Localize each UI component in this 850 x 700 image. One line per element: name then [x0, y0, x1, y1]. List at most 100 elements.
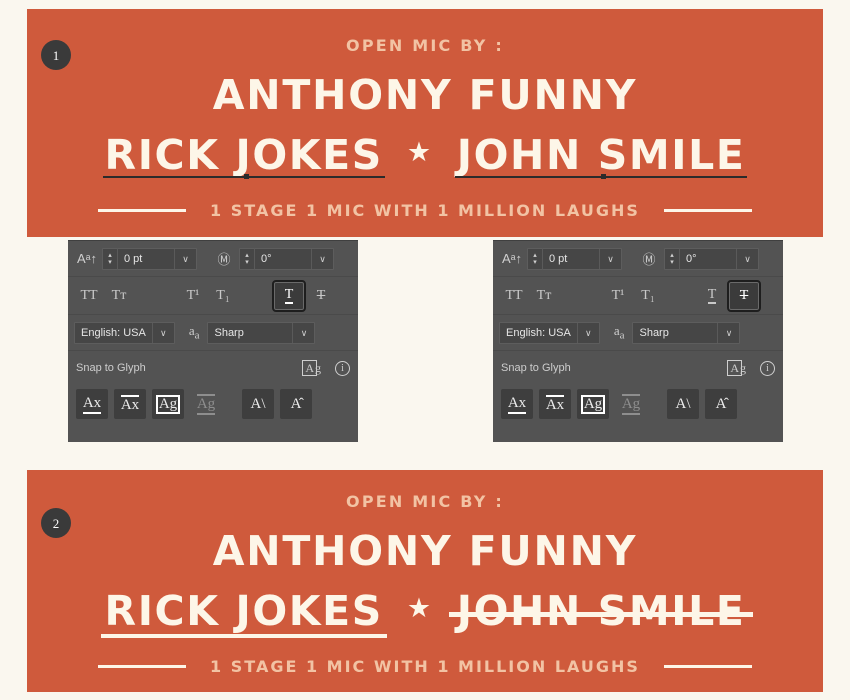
banner-1-headline: ANTHONY FUNNY — [212, 71, 638, 119]
language-field[interactable]: English: USA ∨ — [499, 321, 600, 344]
all-caps-button[interactable]: TT — [74, 283, 104, 309]
small-caps-button[interactable]: Tᴛ — [529, 283, 559, 309]
panel-left-row-baseline-rotation: Aᵃ↑ ▴ ▾ 0 pt ∨ Ⓜ ▴ ▾ 0° ∨ — [68, 241, 358, 277]
panel-left-style-buttons: TT Tᴛ T¹ T₁ T T — [68, 277, 358, 315]
snap-disabled-button: Ag — [190, 389, 222, 419]
baseline-shift-value: 0 pt — [549, 252, 568, 265]
baseline-shift-field[interactable]: ▴ ▾ 0 pt ∨ — [102, 247, 197, 270]
snap-italic-angle-button[interactable]: A \ — [667, 389, 699, 419]
glyph-preview-icon[interactable]: Ag — [727, 359, 746, 376]
anti-alias-icon: aa — [613, 323, 625, 342]
panel-right-glyph-buttons: Ax Ax Ag Ag A\ Â — [493, 385, 783, 419]
snap-baseline-button[interactable]: Ax — [501, 389, 533, 419]
baseline-shift-chevron-down-icon[interactable]: ∨ — [599, 248, 621, 269]
banner-2-names-row: RICK JOKES ★ JOHN SMILE — [27, 587, 823, 638]
character-rotation-icon: Ⓜ — [217, 252, 231, 267]
snap-italic-angle-button[interactable]: A \ — [242, 389, 274, 419]
rotation-field[interactable]: ▴ ▾ 0° ∨ — [239, 247, 334, 270]
baseline-shift-stepper[interactable]: ▴ ▾ — [528, 247, 543, 270]
antialias-value: Sharp — [214, 326, 244, 339]
character-panel-right: Aᵃ↑ ▴ ▾ 0 pt ∨ Ⓜ ▴ ▾ 0° ∨ TT Tᴛ T¹ T₁ T T … — [493, 240, 783, 442]
rule-left — [98, 665, 187, 668]
baseline-shift-icon: Aᵃ↑ — [501, 251, 522, 266]
panel-right-row-language: English: USA ∨ aa Sharp ∨ — [493, 315, 783, 351]
snap-baseline-button[interactable]: Ax — [76, 389, 108, 419]
underline-glyph: T — [284, 287, 294, 304]
banner-1-tagline: 1 STAGE 1 MIC WITH 1 MILLION LAUGHS — [210, 201, 640, 220]
small-caps-button[interactable]: Tᴛ — [104, 283, 134, 309]
snap-to-glyph-label: Snap to Glyph — [501, 362, 571, 374]
language-field[interactable]: English: USA ∨ — [74, 321, 175, 344]
strikethrough-button[interactable]: T — [727, 279, 761, 312]
rotation-chevron-down-icon[interactable]: ∨ — [311, 248, 333, 269]
banner-2-star-icon: ★ — [406, 592, 433, 624]
language-chevron-down-icon[interactable]: ∨ — [151, 322, 174, 343]
banner-1-name-left: RICK JOKES — [102, 131, 386, 179]
snap-em-box-button[interactable]: Ag — [577, 389, 609, 419]
snap-x-height-button[interactable]: Ax — [114, 389, 146, 419]
snap-x-height-button[interactable]: Ax — [539, 389, 571, 419]
baseline-shift-field[interactable]: ▴ ▾ 0 pt ∨ — [527, 247, 622, 270]
strikethrough-glyph: T — [316, 287, 326, 303]
rotation-stepper[interactable]: ▴ ▾ — [240, 247, 255, 270]
underline-anchor-dot — [243, 174, 249, 179]
banner-2-tagline-row: 1 STAGE 1 MIC WITH 1 MILLION LAUGHS — [27, 657, 823, 676]
banner-2-name-right: JOHN SMILE — [448, 587, 754, 635]
rotation-field[interactable]: ▴ ▾ 0° ∨ — [664, 247, 759, 270]
language-chevron-down-icon[interactable]: ∨ — [576, 322, 599, 343]
banner-2-headline: ANTHONY FUNNY — [212, 527, 638, 575]
banner-1-names-row: RICK JOKES ★ JOHN SMILE — [27, 131, 823, 179]
panel-right-style-buttons: TT Tᴛ T¹ T₁ T T — [493, 277, 783, 315]
strikethrough-button[interactable]: T — [306, 283, 336, 309]
rule-right — [663, 209, 752, 212]
banner-1-tagline-row: 1 STAGE 1 MIC WITH 1 MILLION LAUGHS — [27, 201, 823, 220]
baseline-shift-value: 0 pt — [124, 252, 143, 265]
rotation-chevron-down-icon[interactable]: ∨ — [736, 248, 758, 269]
baseline-shift-icon: Aᵃ↑ — [76, 251, 97, 266]
antialias-field[interactable]: Sharp ∨ — [207, 321, 316, 344]
snap-rotation-button[interactable]: Â — [705, 389, 737, 419]
panel-left-snap-row: Snap to Glyph Ag i — [68, 351, 358, 385]
superscript-button[interactable]: T¹ — [603, 283, 633, 309]
panel-right-snap-row: Snap to Glyph Ag i — [493, 351, 783, 385]
subscript-button[interactable]: T₁ — [633, 283, 663, 309]
banner-1-name-left-text: RICK JOKES — [104, 131, 383, 179]
baseline-shift-chevron-down-icon[interactable]: ∨ — [174, 248, 196, 269]
character-panel-left: Aᵃ↑ ▴ ▾ 0 pt ∨ Ⓜ ▴ ▾ 0° ∨ TT Tᴛ T¹ T₁ T T … — [68, 240, 358, 442]
snap-em-box-button[interactable]: Ag — [152, 389, 184, 419]
snap-disabled-button: Ag — [615, 389, 647, 419]
underline-anchor-dot — [601, 174, 607, 179]
underline-button[interactable]: T — [697, 283, 727, 309]
panel-left-row-language: English: USA ∨ aa Sharp ∨ — [68, 315, 358, 351]
rule-left — [98, 209, 187, 212]
rotation-value: 0° — [261, 252, 272, 265]
snap-rotation-button[interactable]: Â — [280, 389, 312, 419]
snap-to-glyph-label: Snap to Glyph — [76, 362, 146, 374]
info-icon[interactable]: i — [335, 360, 350, 376]
all-caps-button[interactable]: TT — [499, 283, 529, 309]
baseline-shift-stepper[interactable]: ▴ ▾ — [103, 247, 118, 270]
banner-1-kicker: OPEN MIC BY : — [346, 36, 504, 55]
panel-left-glyph-buttons: Ax Ax Ag Ag A\ Â — [68, 385, 358, 419]
info-icon[interactable]: i — [760, 360, 775, 376]
rotation-stepper[interactable]: ▴ ▾ — [665, 247, 680, 270]
glyph-preview-icon[interactable]: Ag — [302, 359, 321, 376]
subscript-button[interactable]: T₁ — [208, 283, 238, 309]
superscript-button[interactable]: T¹ — [178, 283, 208, 309]
poster-banner-1: 1 OPEN MIC BY : ANTHONY FUNNY RICK JOKES… — [27, 9, 823, 237]
rule-right — [663, 665, 752, 668]
antialias-value: Sharp — [639, 326, 669, 339]
antialias-chevron-down-icon[interactable]: ∨ — [292, 322, 314, 343]
antialias-field[interactable]: Sharp ∨ — [632, 321, 741, 344]
banner-2-name-left: RICK JOKES — [100, 587, 388, 638]
antialias-chevron-down-icon[interactable]: ∨ — [717, 322, 739, 343]
anti-alias-icon: aa — [188, 323, 200, 342]
strikethrough-glyph: T — [739, 287, 749, 303]
underline-button[interactable]: T — [272, 279, 306, 312]
banner-2-tagline: 1 STAGE 1 MIC WITH 1 MILLION LAUGHS — [210, 657, 640, 676]
panel-right-row-baseline-rotation: Aᵃ↑ ▴ ▾ 0 pt ∨ Ⓜ ▴ ▾ 0° ∨ — [493, 241, 783, 277]
poster-banner-2: 2 OPEN MIC BY : ANTHONY FUNNY RICK JOKES… — [27, 470, 823, 692]
language-value: English: USA — [506, 326, 571, 339]
language-value: English: USA — [81, 326, 146, 339]
underline-glyph: T — [707, 287, 717, 304]
